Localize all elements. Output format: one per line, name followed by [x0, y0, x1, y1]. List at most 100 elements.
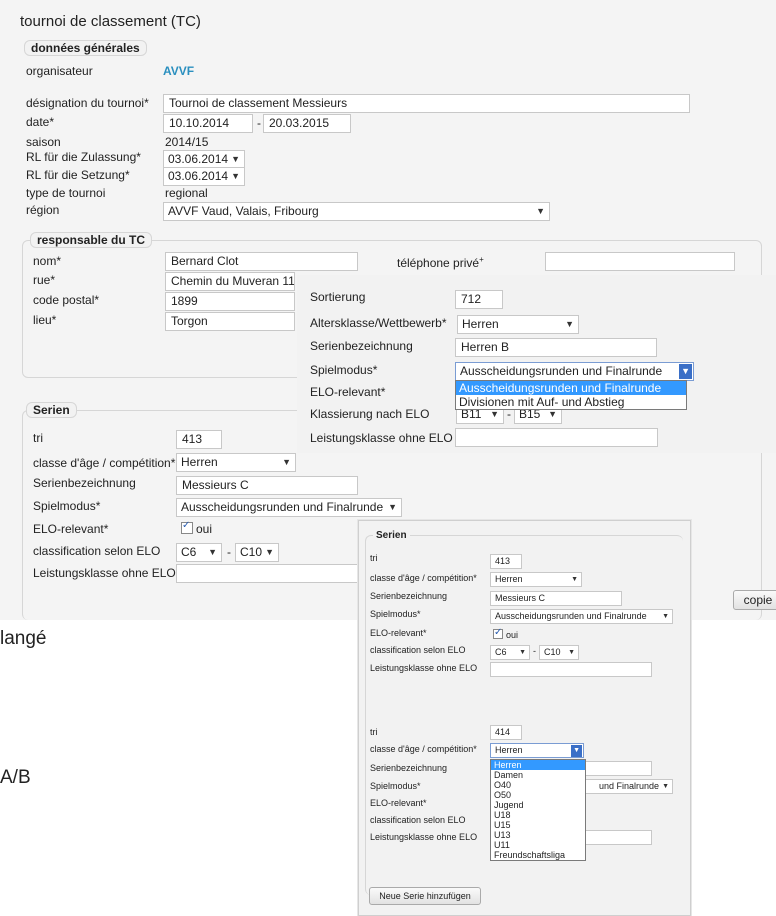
serien-tri-input[interactable]: 413 — [176, 430, 222, 449]
s2-bez-label: Serienbezeichnung — [370, 763, 448, 773]
chevron-down-icon: ▼ — [536, 206, 545, 216]
s1-modus-value: Ausscheidungsrunden und Finalrunde — [495, 611, 647, 621]
s1-modus-label: Spielmodus* — [370, 609, 421, 619]
code-postal-input[interactable]: 1899 — [165, 292, 295, 311]
de-bez-label: Serienbezeichnung — [310, 339, 413, 353]
series-overlay-small: Serien tri 413 classe d'âge / compétitio… — [358, 520, 691, 916]
rl-setzung-select[interactable]: 03.06.2014 ▼ — [163, 167, 245, 186]
de-modus-option[interactable]: Divisionen mit Auf- und Abstieg — [456, 395, 686, 409]
serien-class-elo-to-value: C10 — [240, 545, 263, 559]
s2-modus-value: und Finalrunde — [598, 781, 659, 791]
s1-class-elo-sep: - — [533, 646, 536, 656]
s1-elo-checkbox[interactable]: oui — [493, 627, 518, 640]
s1-modus-select[interactable]: Ausscheidungsrunden und Finalrunde ▼ — [490, 609, 673, 624]
type-label: type de tournoi — [26, 186, 106, 200]
page-title: tournoi de classement (TC) — [20, 13, 201, 30]
serien-classe-select[interactable]: Herren ▼ — [176, 453, 296, 472]
serien-elo-label: ELO-relevant* — [33, 522, 109, 536]
chevron-down-icon: ▼ — [282, 457, 291, 467]
telephone-sup: + — [479, 255, 484, 264]
organisateur-value: AVVF — [163, 64, 195, 78]
serien-class-elo-sep: - — [227, 545, 231, 559]
serien-class-elo-to-select[interactable]: C10 ▼ — [235, 543, 279, 562]
serien-bez-input[interactable]: Messieurs C — [176, 476, 358, 495]
de-alters-select[interactable]: Herren ▼ — [457, 315, 579, 334]
classe-option[interactable]: O50 — [491, 790, 585, 800]
s2-classe-select[interactable]: Herren ▼ — [490, 743, 584, 758]
region-select[interactable]: AVVF Vaud, Valais, Fribourg ▼ — [163, 202, 550, 221]
serien-modus-value: Ausscheidungsrunden und Finalrunde — [181, 500, 384, 514]
region-label: région — [26, 203, 60, 217]
de-bez-input[interactable]: Herren B — [455, 338, 657, 357]
chevron-down-icon: ▼ — [565, 319, 574, 329]
serien-modus-select[interactable]: Ausscheidungsrunden und Finalrunde ▼ — [176, 498, 402, 517]
de-elo-label: ELO-relevant* — [310, 385, 386, 399]
general-fieldset — [22, 47, 762, 227]
classe-option[interactable]: O40 — [491, 780, 585, 790]
serien-tri-label: tri — [33, 431, 43, 445]
de-modus-label: Spielmodus* — [310, 363, 378, 377]
s1-class-elo-label: classification selon ELO — [370, 645, 466, 655]
de-modus-option[interactable]: Ausscheidungsrunden und Finalrunde — [456, 381, 686, 395]
serien-elo-value: oui — [196, 522, 213, 536]
chevron-down-icon: ▼ — [571, 576, 578, 583]
s1-bez-input[interactable]: Messieurs C — [490, 591, 622, 606]
s1-lk-label: Leistungsklasse ohne ELO — [370, 663, 478, 673]
date-to-input[interactable]: 20.03.2015 — [263, 114, 351, 133]
s2-classe-value: Herren — [495, 745, 523, 755]
serien-class-elo-label: classification selon ELO — [33, 544, 161, 558]
date-from-input[interactable]: 10.10.2014 — [163, 114, 253, 133]
serien-modus-label: Spielmodus* — [33, 499, 101, 513]
s2-lk-label: Leistungsklasse ohne ELO — [370, 832, 478, 842]
s1-class-elo-from-select[interactable]: C6 ▼ — [490, 645, 530, 660]
chevron-down-icon: ▼ — [208, 547, 217, 557]
lieu-input[interactable]: Torgon — [165, 312, 295, 331]
classe-option[interactable]: Jugend — [491, 800, 585, 810]
classe-option[interactable]: Herren — [491, 760, 585, 770]
rue-input[interactable]: Chemin du Muveran 11 — [165, 272, 295, 291]
s1-elo-label: ELO-relevant* — [370, 628, 427, 638]
de-lk-label: Leistungsklasse ohne ELO — [310, 431, 453, 445]
s1-classe-label: classe d'âge / compétition* — [370, 573, 477, 583]
designation-label: désignation du tournoi* — [26, 96, 149, 110]
classe-option[interactable]: Damen — [491, 770, 585, 780]
telephone-input[interactable] — [545, 252, 735, 271]
copy-button[interactable]: copie — [733, 590, 776, 610]
region-value: AVVF Vaud, Valais, Fribourg — [168, 204, 319, 218]
s1-class-elo-from-value: C6 — [495, 647, 507, 657]
serien-elo-checkbox[interactable]: oui — [181, 520, 213, 536]
serien-bez-label: Serienbezeichnung — [33, 476, 136, 490]
classe-option[interactable]: U13 — [491, 830, 585, 840]
classe-option[interactable]: U15 — [491, 820, 585, 830]
lieu-label: lieu* — [33, 313, 57, 327]
chevron-down-icon: ▼ — [662, 783, 669, 790]
designation-input[interactable]: Tournoi de classement Messieurs — [163, 94, 690, 113]
nom-input[interactable]: Bernard Clot — [165, 252, 358, 271]
add-series-button[interactable]: Neue Serie hinzufügen — [369, 887, 481, 905]
s1-classe-select[interactable]: Herren ▼ — [490, 572, 582, 587]
de-alters-label: Altersklasse/Wettbewerb* — [310, 316, 447, 330]
classe-option[interactable]: U18 — [491, 810, 585, 820]
chevron-down-icon: ▼ — [388, 502, 397, 512]
rl-setzung-label: RL für die Setzung* — [26, 168, 130, 182]
de-lk-input[interactable] — [455, 428, 658, 447]
s2-modus-label: Spielmodus* — [370, 781, 421, 791]
de-alters-value: Herren — [462, 317, 499, 331]
de-modus-dropdown-list: Ausscheidungsrunden und Finalrunde Divis… — [455, 380, 687, 410]
de-modus-select[interactable]: Ausscheidungsrunden und Finalrunde ▼ — [455, 362, 694, 381]
serien-class-elo-from-select[interactable]: C6 ▼ — [176, 543, 222, 562]
checkbox-checked-icon — [181, 520, 193, 534]
de-sort-input[interactable]: 712 — [455, 290, 503, 309]
s1-class-elo-to-select[interactable]: C10 ▼ — [539, 645, 579, 660]
classe-option[interactable]: U11 — [491, 840, 585, 850]
saison-label: saison — [26, 135, 61, 149]
chevron-down-icon: ▼ — [571, 745, 582, 757]
classe-option[interactable]: Freundschaftsliga — [491, 850, 585, 860]
organisateur-label: organisateur — [26, 64, 93, 78]
s1-lk-input[interactable] — [490, 662, 652, 677]
s1-tri-input[interactable]: 413 — [490, 554, 522, 569]
serien-lk-input[interactable] — [176, 564, 362, 583]
s2-tri-input[interactable]: 414 — [490, 725, 522, 740]
rl-setzung-value: 03.06.2014 — [168, 169, 229, 183]
responsable-legend: responsable du TC — [30, 232, 153, 248]
